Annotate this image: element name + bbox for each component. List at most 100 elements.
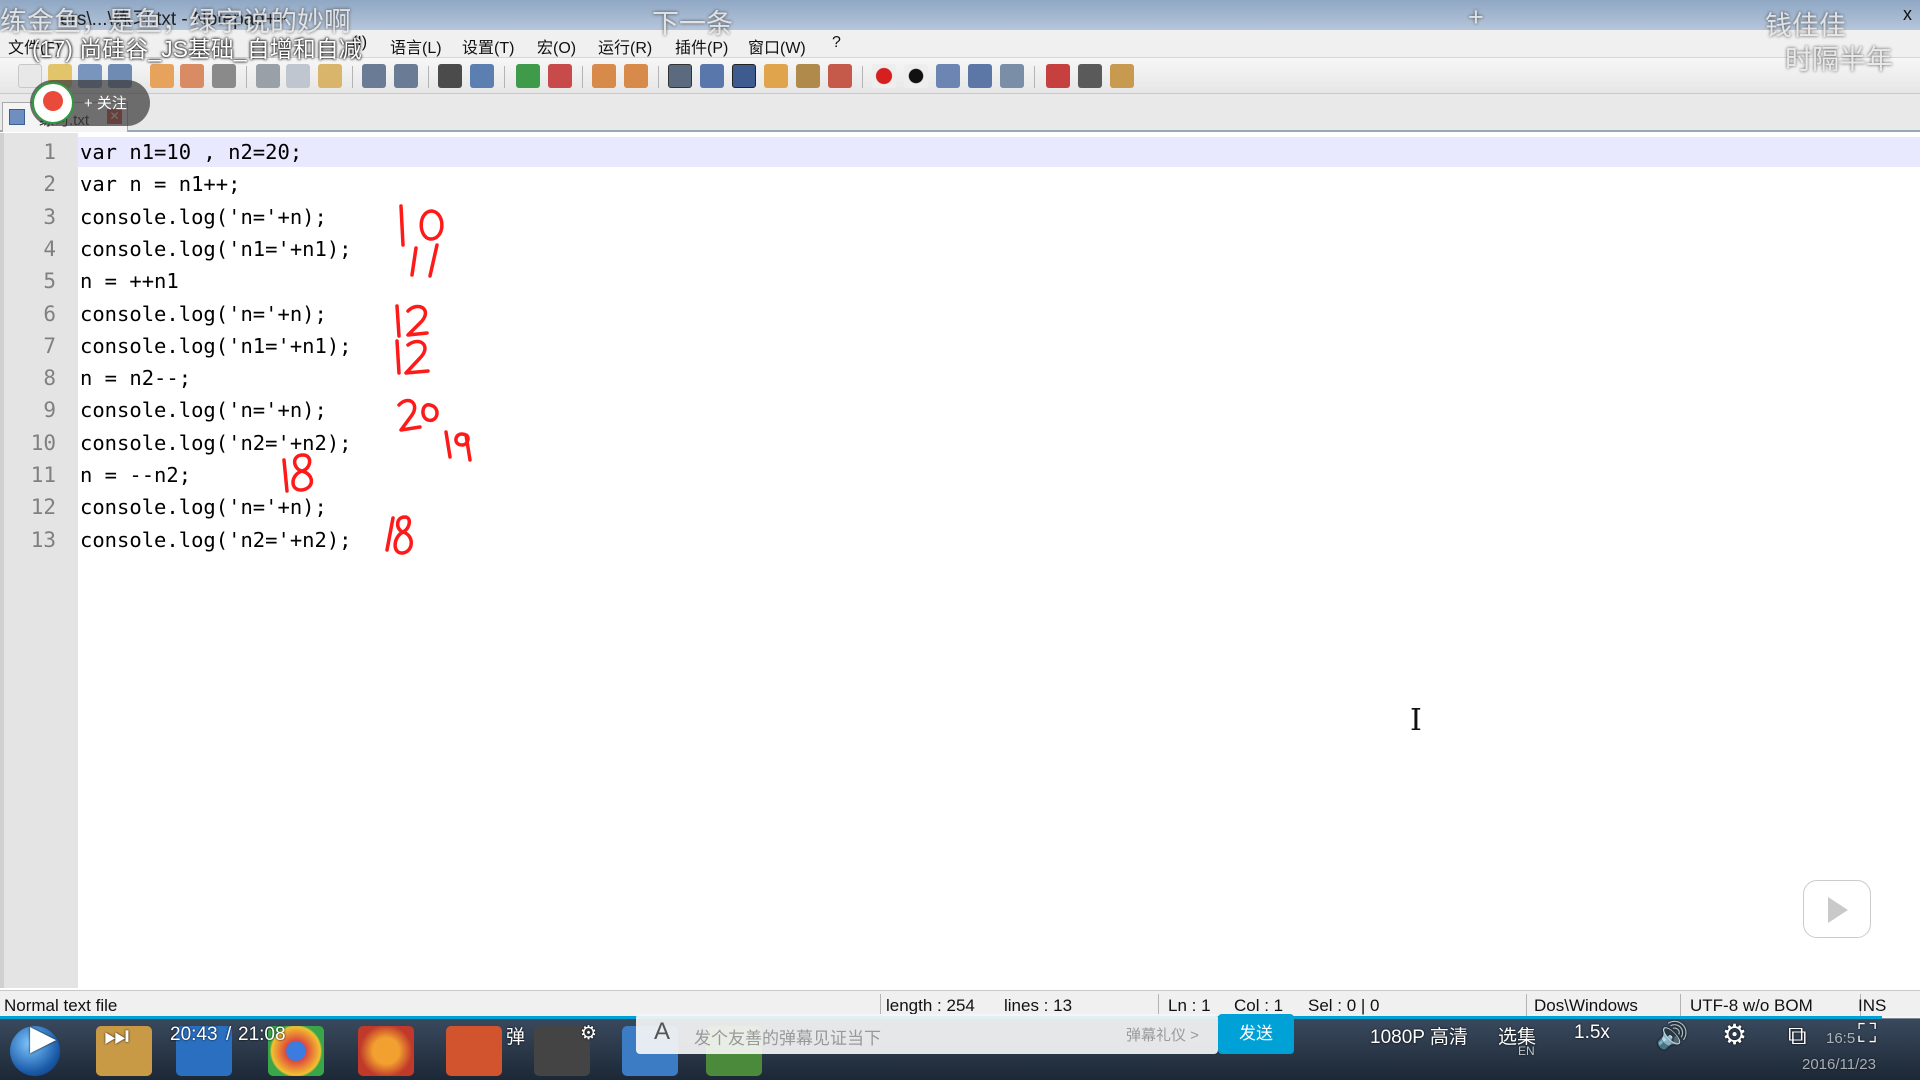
print-icon[interactable] bbox=[212, 64, 236, 88]
code-text[interactable]: n = ++n1 bbox=[80, 269, 179, 293]
hbuilder-icon[interactable] bbox=[446, 1026, 502, 1076]
close-file-icon[interactable] bbox=[150, 64, 174, 88]
uploader-badge[interactable]: + 关注 bbox=[30, 80, 150, 126]
code-line[interactable]: 3 console.log('n='+n); bbox=[0, 202, 1920, 234]
replace-icon[interactable] bbox=[470, 64, 494, 88]
window-close-button[interactable]: x bbox=[1903, 4, 1912, 25]
play-button[interactable]: ▶ bbox=[30, 1018, 56, 1058]
code-text[interactable]: var n = n1++; bbox=[80, 172, 240, 196]
indent-guide-icon[interactable] bbox=[732, 64, 756, 88]
code-line[interactable]: 13 console.log('n2='+n2); bbox=[0, 525, 1920, 557]
code-text[interactable]: console.log('n='+n); bbox=[80, 205, 327, 229]
status-separator bbox=[880, 994, 881, 1016]
code-text[interactable]: console.log('n='+n); bbox=[80, 495, 327, 519]
record-macro-icon[interactable] bbox=[872, 64, 896, 88]
code-line[interactable]: 4 console.log('n1='+n1); bbox=[0, 234, 1920, 266]
status-selection: Sel : 0 | 0 bbox=[1308, 996, 1380, 1015]
status-column: Col : 1 bbox=[1234, 996, 1284, 1015]
quality-selector[interactable]: 1080P 高清 bbox=[1370, 1022, 1468, 1049]
function-list-icon[interactable] bbox=[828, 64, 852, 88]
copy-icon[interactable] bbox=[286, 64, 310, 88]
find-icon[interactable] bbox=[438, 64, 462, 88]
status-length: length : 254 bbox=[886, 996, 975, 1015]
settings-gear-icon[interactable]: ⚙ bbox=[1722, 1018, 1747, 1051]
text-editor[interactable]: 1 var n1=10 , n2=20; 2 var n = n1++; 3 consol… bbox=[0, 133, 1920, 988]
menu-help[interactable]: ? bbox=[832, 34, 841, 52]
line-number: 6 bbox=[43, 301, 56, 326]
send-danmaku-button[interactable]: 发送 bbox=[1218, 1014, 1294, 1054]
danmaku-comment: 时隔半年 bbox=[1785, 45, 1893, 75]
danmaku-settings-icon[interactable]: ⚙ bbox=[580, 1022, 597, 1045]
toolbar-separator bbox=[352, 66, 353, 88]
sync-vertical-icon[interactable] bbox=[592, 64, 616, 88]
code-line[interactable]: 12 console.log('n='+n); bbox=[0, 492, 1920, 524]
toolbar-separator bbox=[1034, 66, 1035, 88]
show-all-chars-icon[interactable] bbox=[700, 64, 724, 88]
next-episode-icon[interactable]: ⏭ bbox=[104, 1020, 129, 1053]
run-macro-multiple-icon[interactable] bbox=[968, 64, 992, 88]
paste-icon[interactable] bbox=[318, 64, 342, 88]
danmaku-toggle-button[interactable]: 弹 bbox=[506, 1022, 525, 1049]
cut-icon[interactable] bbox=[256, 64, 280, 88]
redo-icon[interactable] bbox=[394, 64, 418, 88]
spell-check-icon[interactable] bbox=[1046, 64, 1070, 88]
zoom-out-icon[interactable] bbox=[548, 64, 572, 88]
code-line[interactable]: 10 console.log('n2='+n2); bbox=[0, 428, 1920, 460]
code-line[interactable]: 6 console.log('n='+n); bbox=[0, 299, 1920, 331]
menu-window[interactable]: 窗口(W) bbox=[748, 34, 806, 58]
line-number: 5 bbox=[43, 269, 56, 294]
line-number: 11 bbox=[30, 463, 56, 487]
code-text[interactable]: n = --n2; bbox=[80, 463, 191, 487]
fullscreen-icon[interactable]: ⛶ bbox=[1858, 1018, 1876, 1050]
word-wrap-icon[interactable] bbox=[668, 64, 692, 88]
undo-icon[interactable] bbox=[362, 64, 386, 88]
code-line[interactable]: 2 var n = n1++; bbox=[0, 169, 1920, 201]
time-current: 20:43 bbox=[170, 1024, 218, 1045]
firefox-icon[interactable] bbox=[358, 1026, 414, 1076]
code-text[interactable]: console.log('n1='+n1); bbox=[80, 237, 352, 261]
plugin-icon[interactable] bbox=[1110, 64, 1134, 88]
danmaku-style-icon[interactable]: A bbox=[654, 1018, 670, 1046]
danmaku-etiquette-link[interactable]: 弹幕礼仪 > bbox=[1126, 1024, 1199, 1045]
code-text[interactable]: console.log('n='+n); bbox=[80, 398, 327, 422]
line-number: 1 bbox=[43, 140, 56, 164]
doc-map-icon[interactable] bbox=[796, 64, 820, 88]
floating-play-button[interactable] bbox=[1803, 880, 1871, 938]
status-insert-mode: INS bbox=[1858, 996, 1887, 1015]
user-language-icon[interactable] bbox=[764, 64, 788, 88]
play-macro-icon[interactable] bbox=[936, 64, 960, 88]
code-line[interactable]: 5 n = ++n1 bbox=[0, 266, 1920, 298]
fullscreen-window-icon[interactable]: ⧉ bbox=[1788, 1020, 1807, 1052]
sync-horizontal-icon[interactable] bbox=[624, 64, 648, 88]
follow-button[interactable]: + 关注 bbox=[84, 92, 127, 113]
code-line[interactable]: 8 n = n2--; bbox=[0, 363, 1920, 395]
zoom-in-icon[interactable] bbox=[516, 64, 540, 88]
danmaku-input[interactable]: A 发个友善的弹幕见证当下 弹幕礼仪 > bbox=[636, 1014, 1218, 1054]
speed-selector[interactable]: 1.5x bbox=[1574, 1022, 1610, 1044]
code-line[interactable]: 9 console.log('n='+n); bbox=[0, 395, 1920, 427]
avatar[interactable] bbox=[32, 82, 74, 124]
code-text[interactable]: console.log('n1='+n1); bbox=[80, 334, 352, 358]
code-text[interactable]: n = n2--; bbox=[80, 366, 191, 390]
code-text[interactable]: console.log('n2='+n2); bbox=[80, 528, 352, 552]
menu-macro[interactable]: 宏(O) bbox=[537, 34, 576, 58]
code-text[interactable]: var n1=10 , n2=20; bbox=[80, 140, 302, 164]
code-line[interactable]: 11 n = --n2; bbox=[0, 460, 1920, 492]
code-text[interactable]: console.log('n='+n); bbox=[80, 302, 327, 326]
volume-icon[interactable]: 🔊 bbox=[1656, 1020, 1688, 1051]
clock-date: 2016/11/23 bbox=[1802, 1056, 1876, 1073]
status-file-type: Normal text file bbox=[4, 996, 118, 1015]
code-line[interactable]: 1 var n1=10 , n2=20; bbox=[0, 137, 1920, 169]
close-all-icon[interactable] bbox=[180, 64, 204, 88]
menu-run[interactable]: 运行(R) bbox=[598, 34, 652, 58]
save-macro-icon[interactable] bbox=[1000, 64, 1024, 88]
time-separator: / bbox=[226, 1024, 232, 1045]
menu-settings[interactable]: 设置(T) bbox=[462, 34, 514, 58]
html-tag-icon[interactable] bbox=[1078, 64, 1102, 88]
code-text[interactable]: console.log('n2='+n2); bbox=[80, 431, 352, 455]
input-language-indicator[interactable]: EN bbox=[1518, 1044, 1535, 1058]
toolbar-separator bbox=[504, 66, 505, 88]
menu-language[interactable]: 语言(L) bbox=[390, 34, 442, 58]
code-line[interactable]: 7 console.log('n1='+n1); bbox=[0, 331, 1920, 363]
stop-macro-icon[interactable] bbox=[904, 64, 928, 88]
